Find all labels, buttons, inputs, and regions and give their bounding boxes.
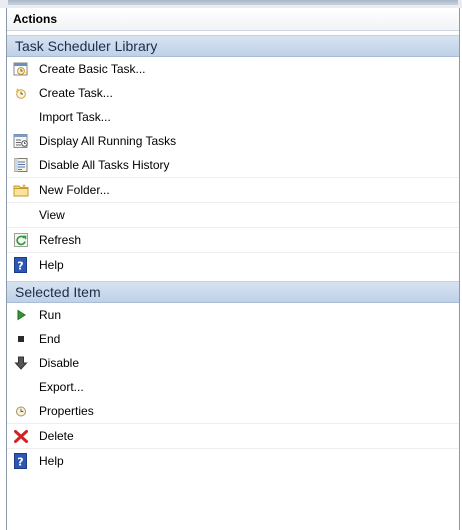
action-disable-tasks-history[interactable]: Disable All Tasks History xyxy=(7,153,459,178)
action-label: Properties xyxy=(39,404,94,418)
action-display-running-tasks[interactable]: Display All Running Tasks xyxy=(7,129,459,153)
action-label: View xyxy=(39,208,65,222)
action-label: Help xyxy=(39,454,64,468)
end-icon xyxy=(13,331,29,347)
action-label: End xyxy=(39,332,61,346)
action-label: New Folder... xyxy=(39,183,110,197)
svg-text:?: ? xyxy=(17,260,23,273)
svg-text:?: ? xyxy=(17,456,23,469)
action-disable[interactable]: Disable xyxy=(7,351,459,375)
tasks-history-icon xyxy=(13,157,29,173)
action-view[interactable]: View xyxy=(7,203,459,228)
properties-icon xyxy=(13,403,29,419)
action-label: Help xyxy=(39,258,64,272)
action-label: Create Task... xyxy=(39,86,113,100)
action-create-task[interactable]: Create Task... xyxy=(7,81,459,105)
action-label: Disable xyxy=(39,356,80,370)
action-run[interactable]: Run xyxy=(7,303,459,327)
create-task-icon xyxy=(13,85,29,101)
window-top-strip xyxy=(0,0,462,8)
action-label: Run xyxy=(39,308,62,322)
create-basic-task-icon xyxy=(13,61,29,77)
action-help-library[interactable]: ? Help xyxy=(7,253,459,277)
action-new-folder[interactable]: New Folder... xyxy=(7,178,459,203)
action-refresh[interactable]: Refresh xyxy=(7,228,459,253)
action-label: Refresh xyxy=(39,233,82,247)
running-tasks-icon xyxy=(13,133,29,149)
action-label: Display All Running Tasks xyxy=(39,134,177,148)
action-help-selected[interactable]: ? Help xyxy=(7,449,459,473)
action-create-basic-task[interactable]: Create Basic Task... xyxy=(7,57,459,81)
folder-icon xyxy=(13,182,29,198)
action-label: Create Basic Task... xyxy=(39,62,146,76)
refresh-icon xyxy=(13,232,29,248)
disable-icon xyxy=(13,355,29,371)
action-label: Export... xyxy=(39,380,84,394)
help-icon: ? xyxy=(13,257,29,273)
run-icon xyxy=(13,307,29,323)
action-label: Delete xyxy=(39,429,74,443)
action-properties[interactable]: Properties xyxy=(7,399,459,424)
delete-icon xyxy=(13,428,29,444)
section-task-scheduler-library[interactable]: Task Scheduler Library xyxy=(7,35,459,57)
action-import-task[interactable]: Import Task... xyxy=(7,105,459,129)
action-export[interactable]: Export... xyxy=(7,375,459,399)
actions-pane-title: Actions xyxy=(7,8,459,31)
window-top-cap xyxy=(8,0,458,5)
action-end[interactable]: End xyxy=(7,327,459,351)
action-label: Disable All Tasks History xyxy=(39,158,170,172)
action-label: Import Task... xyxy=(39,110,111,124)
help-icon: ? xyxy=(13,453,29,469)
section-selected-item[interactable]: Selected Item xyxy=(7,281,459,303)
actions-pane: Actions Task Scheduler Library Create Ba… xyxy=(6,8,460,530)
action-delete[interactable]: Delete xyxy=(7,424,459,449)
